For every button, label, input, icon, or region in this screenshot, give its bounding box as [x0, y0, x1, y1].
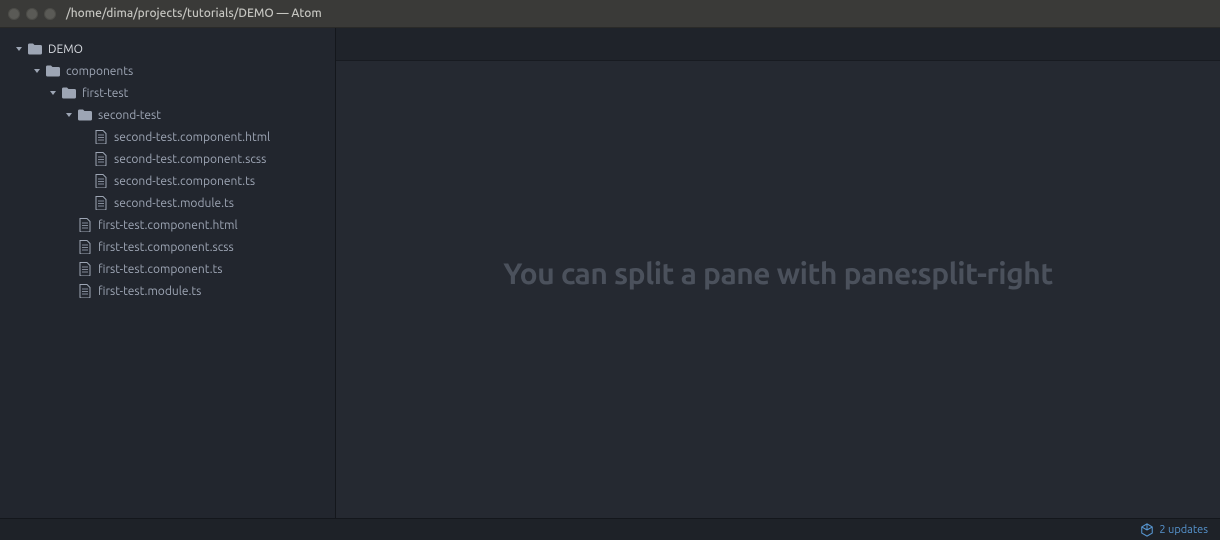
- folder-icon: [78, 108, 92, 122]
- tree-label: first-test: [82, 87, 128, 100]
- tree-file[interactable]: first-test.component.scss: [0, 236, 335, 258]
- updates-label: 2 updates: [1159, 524, 1208, 536]
- file-icon: [94, 152, 108, 166]
- tree-label: first-test.module.ts: [98, 285, 201, 298]
- file-icon: [94, 174, 108, 188]
- package-icon: [1140, 523, 1154, 537]
- chevron-down-icon: [14, 44, 24, 54]
- window-controls: [8, 8, 56, 20]
- tree-folder-first-test[interactable]: first-test: [0, 82, 335, 104]
- tree-file[interactable]: first-test.module.ts: [0, 280, 335, 302]
- tree-label: DEMO: [48, 43, 83, 56]
- tree-label: second-test.module.ts: [114, 197, 234, 210]
- tree-folder-root[interactable]: DEMO: [0, 38, 335, 60]
- empty-pane-hint: You can split a pane with pane:split-rig…: [503, 256, 1053, 290]
- tree-label: second-test.component.scss: [114, 153, 266, 166]
- chevron-down-icon: [64, 110, 74, 120]
- titlebar: /home/dima/projects/tutorials/DEMO — Ato…: [0, 0, 1220, 28]
- file-icon: [94, 130, 108, 144]
- tree-label: first-test.component.ts: [98, 263, 222, 276]
- file-tree-sidebar[interactable]: DEMO components first-test: [0, 28, 336, 518]
- minimize-window-button[interactable]: [26, 8, 38, 20]
- tree-file[interactable]: first-test.component.ts: [0, 258, 335, 280]
- maximize-window-button[interactable]: [44, 8, 56, 20]
- file-icon: [78, 284, 92, 298]
- editor-pane[interactable]: You can split a pane with pane:split-rig…: [336, 28, 1220, 518]
- updates-indicator[interactable]: 2 updates: [1140, 523, 1208, 537]
- content-area: DEMO components first-test: [0, 28, 1220, 518]
- close-window-button[interactable]: [8, 8, 20, 20]
- chevron-down-icon: [32, 66, 42, 76]
- tree-file[interactable]: second-test.component.scss: [0, 148, 335, 170]
- tree-file[interactable]: second-test.component.html: [0, 126, 335, 148]
- tree-folder-second-test[interactable]: second-test: [0, 104, 335, 126]
- window-title: /home/dima/projects/tutorials/DEMO — Ato…: [66, 7, 322, 20]
- file-icon: [78, 262, 92, 276]
- tree-label: second-test: [98, 109, 161, 122]
- folder-icon: [46, 64, 60, 78]
- tree-label: first-test.component.scss: [98, 241, 234, 254]
- tree-label: components: [66, 65, 133, 78]
- file-icon: [78, 240, 92, 254]
- file-icon: [78, 218, 92, 232]
- chevron-down-icon: [48, 88, 58, 98]
- tree-file[interactable]: second-test.module.ts: [0, 192, 335, 214]
- tree-file[interactable]: first-test.component.html: [0, 214, 335, 236]
- tree-label: second-test.component.ts: [114, 175, 255, 188]
- file-icon: [94, 196, 108, 210]
- statusbar: 2 updates: [0, 518, 1220, 540]
- tree-file[interactable]: second-test.component.ts: [0, 170, 335, 192]
- tree-label: second-test.component.html: [114, 131, 270, 144]
- tree-folder-components[interactable]: components: [0, 60, 335, 82]
- folder-icon: [28, 42, 42, 56]
- folder-icon: [62, 86, 76, 100]
- tree-label: first-test.component.html: [98, 219, 238, 232]
